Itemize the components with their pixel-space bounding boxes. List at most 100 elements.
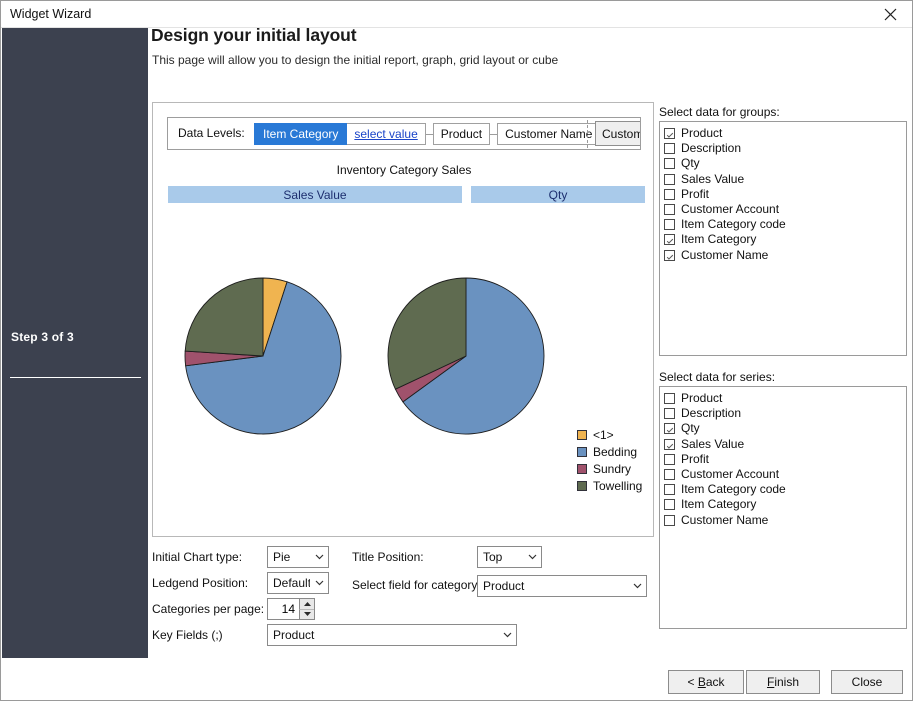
group-item-profit[interactable]: Profit bbox=[664, 187, 906, 202]
legend-item: Sundry bbox=[577, 460, 642, 477]
checkbox-icon[interactable] bbox=[664, 173, 675, 185]
series-item-profit[interactable]: Profit bbox=[664, 452, 906, 467]
checkbox-icon[interactable] bbox=[664, 158, 675, 170]
groups-checkbox-list[interactable]: Product Description Qty Sales Value Profit Cu… bbox=[659, 121, 907, 356]
key-fields-select[interactable]: Product bbox=[267, 624, 517, 646]
legend-swatch bbox=[577, 429, 587, 440]
data-levels-label: Data Levels: bbox=[178, 126, 245, 140]
back-button[interactable]: < Back bbox=[668, 670, 744, 694]
data-level-select-value[interactable]: select value bbox=[347, 123, 426, 145]
checkbox-icon[interactable] bbox=[664, 204, 675, 216]
series-panel-label: Select data for series: bbox=[659, 370, 776, 384]
checkbox-icon[interactable] bbox=[664, 393, 675, 405]
close-button[interactable]: Close bbox=[831, 670, 903, 694]
series-item-customer-name[interactable]: Customer Name bbox=[664, 513, 906, 528]
group-item-label: Customer Account bbox=[681, 202, 780, 217]
close-icon[interactable] bbox=[868, 1, 912, 27]
chip-separator bbox=[425, 133, 433, 135]
title-position-value: Top bbox=[483, 550, 503, 564]
group-item-product[interactable]: Product bbox=[664, 126, 906, 141]
legend-label: Sundry bbox=[593, 461, 632, 476]
stepper-down-icon[interactable] bbox=[299, 609, 314, 619]
series-item-description[interactable]: Description bbox=[664, 406, 906, 421]
data-level-customer-name[interactable]: Customer Name bbox=[497, 123, 601, 145]
group-item-item-category[interactable]: Item Category bbox=[664, 232, 906, 247]
checkbox-checked-icon[interactable] bbox=[664, 234, 675, 246]
series-item-qty[interactable]: Qty bbox=[664, 421, 906, 436]
checkbox-icon[interactable] bbox=[664, 469, 675, 481]
series-checkbox-list[interactable]: Product Description Qty Sales Value Profit Cu… bbox=[659, 386, 907, 629]
chevron-down-icon bbox=[310, 554, 328, 560]
series-item-label: Customer Name bbox=[681, 512, 769, 527]
legend-position-value: Default bbox=[273, 576, 310, 590]
group-item-item-category-code[interactable]: Item Category code bbox=[664, 217, 906, 232]
chevron-down-icon bbox=[523, 554, 541, 560]
initial-chart-type-select[interactable]: Pie bbox=[267, 546, 329, 568]
key-fields-label: Key Fields (;) bbox=[152, 628, 223, 642]
checkbox-checked-icon[interactable] bbox=[664, 423, 675, 435]
group-item-customer-account[interactable]: Customer Account bbox=[664, 202, 906, 217]
group-item-label: Profit bbox=[681, 186, 710, 201]
legend-position-select[interactable]: Default bbox=[267, 572, 329, 594]
group-item-customer-name[interactable]: Customer Name bbox=[664, 248, 906, 263]
page-subtitle: This page will allow you to design the i… bbox=[152, 53, 559, 67]
checkbox-icon[interactable] bbox=[664, 484, 675, 496]
categories-per-page-stepper[interactable]: 14 bbox=[267, 598, 315, 620]
customize-chart-button[interactable]: Customize C bbox=[595, 121, 640, 146]
categories-per-page-label: Categories per page: bbox=[152, 602, 265, 616]
legend-label: <1> bbox=[593, 427, 614, 442]
group-item-label: Product bbox=[681, 126, 723, 141]
group-item-sales-value[interactable]: Sales Value bbox=[664, 172, 906, 187]
checkbox-icon[interactable] bbox=[664, 514, 675, 526]
checkbox-icon[interactable] bbox=[664, 453, 675, 465]
series-item-product[interactable]: Product bbox=[664, 391, 906, 406]
series-item-label: Item Category bbox=[681, 497, 757, 512]
checkbox-checked-icon[interactable] bbox=[664, 249, 675, 261]
series-item-item-category[interactable]: Item Category bbox=[664, 497, 906, 512]
checkbox-icon[interactable] bbox=[664, 143, 675, 155]
chart-legend: <1> Bedding Sundry Towelling bbox=[577, 426, 642, 494]
data-level-product[interactable]: Product bbox=[432, 123, 491, 145]
initial-chart-type-value: Pie bbox=[273, 550, 291, 564]
series-item-item-category-code[interactable]: Item Category code bbox=[664, 482, 906, 497]
checkbox-icon[interactable] bbox=[664, 219, 675, 231]
pie-chart-sales-value bbox=[184, 277, 342, 435]
checkbox-icon[interactable] bbox=[664, 188, 675, 200]
checkbox-checked-icon[interactable] bbox=[664, 128, 675, 140]
pie-slice bbox=[184, 277, 264, 357]
series-item-label: Sales Value bbox=[681, 436, 745, 451]
series-item-label: Profit bbox=[681, 451, 710, 466]
series-tab-qty[interactable]: Qty bbox=[471, 186, 645, 203]
chart-options-form: Initial Chart type: Pie Ledgend Position… bbox=[152, 544, 652, 646]
legend-position-label: Ledgend Position: bbox=[152, 576, 249, 590]
series-item-label: Customer Account bbox=[681, 467, 780, 482]
legend-swatch bbox=[577, 446, 587, 457]
checkbox-icon[interactable] bbox=[664, 408, 675, 420]
stepper-up-icon[interactable] bbox=[299, 599, 314, 610]
series-item-customer-account[interactable]: Customer Account bbox=[664, 467, 906, 482]
category-field-label: Select field for category bbox=[352, 578, 478, 592]
series-item-sales-value[interactable]: Sales Value bbox=[664, 437, 906, 452]
title-position-select[interactable]: Top bbox=[477, 546, 542, 568]
data-level-item-category[interactable]: Item Category bbox=[254, 123, 348, 145]
finish-button[interactable]: Finish bbox=[746, 670, 820, 694]
legend-swatch bbox=[577, 480, 587, 491]
series-item-label: Description bbox=[681, 406, 742, 421]
series-item-label: Item Category code bbox=[681, 482, 786, 497]
group-item-description[interactable]: Description bbox=[664, 141, 906, 156]
category-field-select[interactable]: Product bbox=[477, 575, 647, 597]
series-tab-sales-value[interactable]: Sales Value bbox=[168, 186, 462, 203]
initial-chart-type-label: Initial Chart type: bbox=[152, 550, 243, 564]
chevron-down-icon bbox=[310, 580, 328, 586]
group-item-label: Description bbox=[681, 141, 742, 156]
chip-separator bbox=[490, 133, 498, 135]
window-title: Widget Wizard bbox=[10, 7, 92, 21]
legend-label: Towelling bbox=[593, 478, 643, 493]
group-item-qty[interactable]: Qty bbox=[664, 156, 906, 171]
legend-item: Bedding bbox=[577, 443, 642, 460]
legend-label: Bedding bbox=[593, 444, 638, 459]
checkbox-icon[interactable] bbox=[664, 499, 675, 511]
checkbox-checked-icon[interactable] bbox=[664, 438, 675, 450]
step-divider bbox=[10, 377, 141, 378]
wizard-window: Widget Wizard Step 3 of 3 Design your in… bbox=[0, 0, 913, 701]
